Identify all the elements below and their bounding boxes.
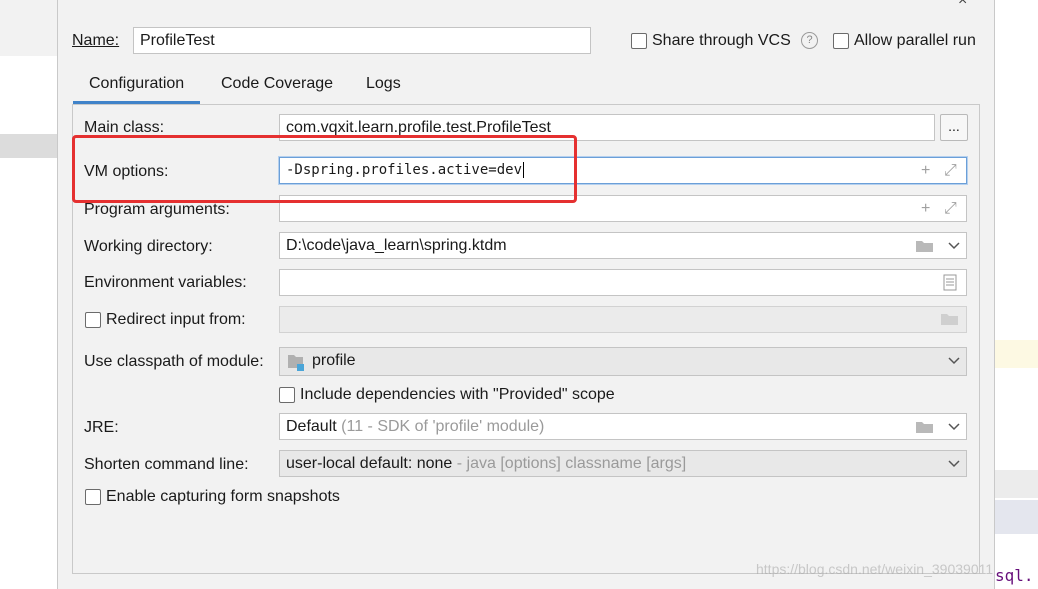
help-icon[interactable]: ?: [801, 32, 818, 49]
left-background-panel: [0, 0, 57, 589]
expand-icon[interactable]: ⤢: [944, 163, 957, 179]
classpath-module-select[interactable]: profile: [279, 347, 967, 376]
redirect-input-label: Redirect input from:: [106, 311, 246, 328]
close-icon[interactable]: ×: [958, 0, 974, 9]
name-label-text: Name:: [72, 32, 120, 49]
share-vcs-label: Share through VCS: [652, 32, 791, 49]
jre-hint: (11 - SDK of 'profile' module): [341, 418, 545, 435]
module-icon: [288, 355, 304, 371]
watermark-text: https://blog.csdn.net/weixin_39039011: [756, 561, 994, 577]
editor-background: sql.: [995, 0, 1038, 589]
form-snapshots-label: Enable capturing form snapshots: [106, 488, 340, 505]
shorten-command-line-label: Shorten command line:: [84, 456, 249, 473]
allow-parallel-checkbox[interactable]: [833, 33, 849, 49]
allow-parallel-label: Allow parallel run: [854, 32, 976, 49]
jre-select[interactable]: Default (11 - SDK of 'profile' module): [279, 413, 967, 440]
editor-highlighted-line: [995, 340, 1038, 368]
program-arguments-label: Program arguments:: [84, 201, 230, 218]
tab-configuration[interactable]: Configuration: [73, 70, 201, 104]
include-dependencies-checkbox[interactable]: [279, 387, 295, 403]
chevron-down-icon[interactable]: [948, 458, 960, 470]
add-icon[interactable]: +: [921, 201, 930, 217]
chevron-down-icon[interactable]: [948, 421, 960, 433]
jre-label: JRE:: [84, 419, 119, 436]
folder-icon[interactable]: [915, 239, 935, 253]
left-selected-row[interactable]: [0, 134, 57, 158]
editor-selected-line: [995, 500, 1038, 534]
redirect-input-checkbox[interactable]: [85, 312, 101, 328]
chevron-down-icon[interactable]: [948, 355, 960, 367]
add-icon[interactable]: +: [921, 163, 930, 179]
vm-options-highlight-box: [72, 135, 577, 203]
working-directory-label: Working directory:: [84, 238, 213, 255]
expand-icon[interactable]: ⤢: [944, 201, 957, 217]
working-directory-input[interactable]: D:\code\java_learn\spring.ktdm: [279, 232, 967, 259]
jre-value: Default: [286, 418, 337, 435]
name-input[interactable]: ProfileTest: [133, 27, 591, 54]
classpath-module-value: profile: [312, 352, 356, 369]
name-label: Name:: [72, 32, 119, 50]
shorten-command-line-select[interactable]: user-local default: none - java [options…: [279, 450, 967, 477]
folder-icon: [941, 314, 958, 325]
redirect-input-field: [279, 306, 967, 333]
tab-code-coverage[interactable]: Code Coverage: [205, 70, 349, 104]
shorten-command-line-hint: - java [options] classname [args]: [456, 455, 687, 472]
share-vcs-checkbox[interactable]: [631, 33, 647, 49]
include-dependencies-label: Include dependencies with "Provided" sco…: [300, 386, 615, 403]
browse-main-class-button[interactable]: ...: [940, 114, 968, 141]
folder-icon[interactable]: [915, 420, 935, 434]
document-icon[interactable]: [943, 274, 957, 291]
environment-variables-label: Environment variables:: [84, 274, 247, 291]
editor-gutter-line: [995, 470, 1038, 498]
classpath-module-label: Use classpath of module:: [84, 353, 264, 370]
chevron-down-icon[interactable]: [948, 240, 960, 252]
tab-logs[interactable]: Logs: [350, 70, 417, 104]
form-snapshots-checkbox[interactable]: [85, 489, 101, 505]
shorten-command-line-value: user-local default: none: [286, 455, 453, 472]
environment-variables-input[interactable]: [279, 269, 967, 296]
editor-code-fragment: sql.: [995, 566, 1034, 585]
